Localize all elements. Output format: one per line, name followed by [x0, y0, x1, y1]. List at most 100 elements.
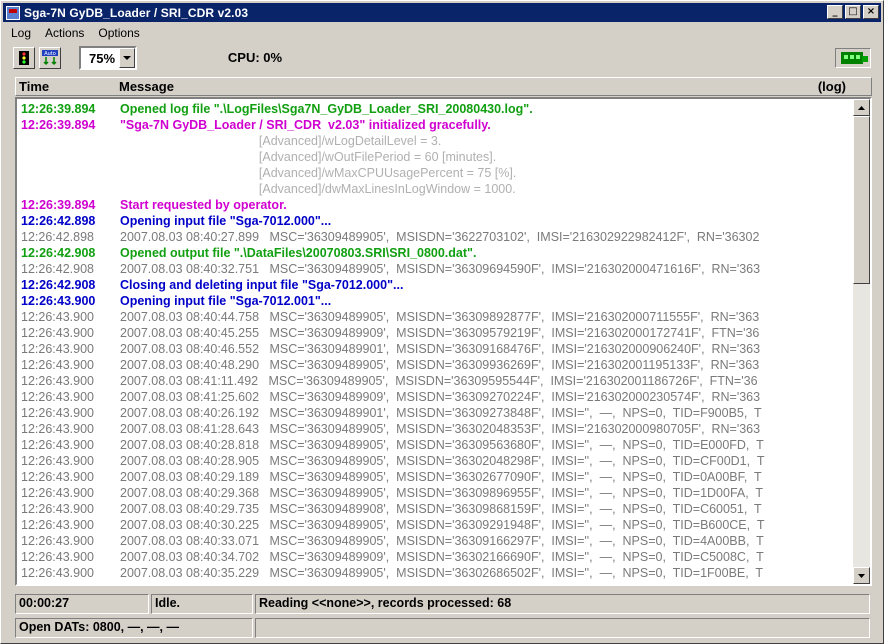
arrow-down-icon — [858, 573, 865, 578]
log-row-time: 12:26:42.908 — [21, 278, 96, 292]
log-row-message: 2007.08.03 08:41:11.492 MSC='36309489905… — [120, 374, 758, 388]
log-list: 12:26:39.894 Opened log file ".\LogFiles\… — [17, 101, 853, 584]
zoom-value: 75% — [88, 50, 116, 66]
log-row-message: Opening input file "Sga-7012.000"... — [120, 214, 332, 228]
log-row-message: 2007.08.03 08:40:29.735 MSC='36309489908… — [120, 502, 762, 516]
log-row-time: 12:26:43.900 — [21, 550, 94, 564]
log-row-message: 2007.08.03 08:40:33.071 MSC='36309489905… — [120, 534, 764, 548]
log-row[interactable]: 12:26:39.894 Opened log file ".\LogFiles\… — [17, 101, 853, 117]
log-row-message: 2007.08.03 08:40:44.758 MSC='36309489905… — [120, 310, 760, 324]
log-row-message: 2007.08.03 08:40:46.552 MSC='36309489901… — [120, 342, 761, 356]
log-panel[interactable]: 12:26:39.894 Opened log file ".\LogFiles\… — [15, 97, 872, 586]
log-column-header: Time Message (log) — [15, 77, 872, 96]
log-row-time: 12:26:39.894 — [21, 102, 96, 116]
menu-bar: Log Actions Options — [3, 24, 146, 42]
log-row-message: [Advanced]/wMaxCPUUsagePercent = 75 [%]. — [120, 166, 517, 180]
log-row-message: 2007.08.03 08:40:34.702 MSC='36309489909… — [120, 550, 764, 564]
log-row-message: 2007.08.03 08:41:25.602 MSC='36309489909… — [120, 390, 761, 404]
zoom-select[interactable]: 75% — [79, 46, 137, 70]
elapsed-time: 00:00:27 — [15, 594, 149, 614]
log-row[interactable]: 12:26:39.894 "Sga-7N GyDB_Loader / SRI_CD… — [17, 117, 853, 133]
minimize-button[interactable]: _ — [827, 5, 843, 19]
log-row[interactable]: 12:26:42.908 Opened output file ".\DataFi… — [17, 245, 853, 261]
log-row-time: 12:26:43.900 — [21, 406, 94, 420]
log-row-message: 2007.08.03 08:40:28.905 MSC='36309489905… — [120, 454, 765, 468]
scrollbar-thumb[interactable] — [853, 116, 870, 284]
column-header-message[interactable]: Message — [119, 79, 174, 94]
log-row-time: 12:26:42.898 — [21, 230, 94, 244]
log-row[interactable]: 12:26:43.900 2007.08.03 08:40:29.368 MSC=… — [17, 485, 853, 501]
log-row-message: Opening input file "Sga-7012.001"... — [120, 294, 332, 308]
menu-options[interactable]: Options — [90, 26, 145, 40]
log-row-time: 12:26:43.900 — [21, 566, 94, 580]
auto-scroll-button[interactable]: Auto — [39, 47, 61, 69]
window-controls: _ □ × — [825, 5, 879, 19]
log-row[interactable]: 12:26:43.900 2007.08.03 08:40:45.255 MSC=… — [17, 325, 853, 341]
open-dats: Open DATs: 0800, —, —, — — [15, 618, 253, 638]
maximize-button[interactable]: □ — [845, 5, 861, 19]
log-row[interactable]: 12:26:43.900 2007.08.03 08:41:11.492 MSC=… — [17, 373, 853, 389]
log-row[interactable]: 12:26:42.898 2007.08.03 08:40:27.899 MSC=… — [17, 229, 853, 245]
log-row-message: Opened output file ".\DataFiles\20070803… — [120, 246, 477, 260]
log-row-time: 12:26:43.900 — [21, 310, 94, 324]
log-row[interactable]: 12:26:43.900 2007.08.03 08:41:25.602 MSC=… — [17, 389, 853, 405]
log-row[interactable]: [Advanced]/dwMaxLinesInLogWindow = 1000. — [17, 181, 853, 197]
log-row-time: 12:26:43.900 — [21, 358, 94, 372]
log-row[interactable]: 12:26:43.900 Opening input file "Sga-7012… — [17, 293, 853, 309]
log-row-time: 12:26:43.900 — [21, 534, 94, 548]
log-row[interactable]: 12:26:43.900 2007.08.03 08:40:48.290 MSC=… — [17, 357, 853, 373]
log-row-time: 12:26:43.900 — [21, 342, 94, 356]
close-button[interactable]: × — [863, 5, 879, 19]
log-row[interactable]: 12:26:43.900 2007.08.03 08:40:29.735 MSC=… — [17, 501, 853, 517]
log-row[interactable]: 12:26:43.900 2007.08.03 08:40:35.229 MSC=… — [17, 565, 853, 581]
app-icon[interactable] — [6, 5, 20, 20]
traffic-light-icon — [19, 51, 29, 65]
vertical-scrollbar[interactable] — [853, 99, 870, 584]
log-row[interactable]: [Advanced]/wOutFilePeriod = 60 [minutes]… — [17, 149, 853, 165]
log-row-time: 12:26:43.900 — [21, 438, 94, 452]
log-row-message: 2007.08.03 08:40:35.229 MSC='36309489905… — [120, 566, 764, 580]
scroll-down-button[interactable] — [853, 567, 870, 584]
dropdown-arrow-icon[interactable] — [119, 48, 135, 68]
log-row[interactable]: 12:26:42.908 Closing and deleting input f… — [17, 277, 853, 293]
log-row[interactable]: 12:26:43.900 2007.08.03 08:40:44.758 MSC=… — [17, 309, 853, 325]
log-row-message: 2007.08.03 08:40:27.899 MSC='36309489905… — [120, 230, 760, 244]
log-row-time: 12:26:43.900 — [21, 374, 94, 388]
log-row[interactable]: 12:26:43.900 2007.08.03 08:40:30.225 MSC=… — [17, 517, 853, 533]
connection-status-icon — [835, 48, 871, 68]
log-row-message: 2007.08.03 08:40:28.818 MSC='36309489905… — [120, 438, 764, 452]
log-row[interactable]: 12:26:43.900 2007.08.03 08:40:26.192 MSC=… — [17, 405, 853, 421]
log-row[interactable]: 12:26:43.900 2007.08.03 08:40:46.552 MSC=… — [17, 341, 853, 357]
toolbar: Auto 75% CPU: 0% — [3, 43, 881, 73]
log-row[interactable]: 12:26:39.894 Start requested by operator. — [17, 197, 853, 213]
log-row[interactable]: 12:26:43.900 2007.08.03 08:40:28.905 MSC=… — [17, 453, 853, 469]
column-header-log: (log) — [817, 79, 846, 94]
log-row-message: 2007.08.03 08:41:28.643 MSC='36309489905… — [120, 422, 761, 436]
log-row-message: Opened log file ".\LogFiles\Sga7N_GyDB_L… — [120, 102, 533, 116]
scroll-up-button[interactable] — [853, 99, 870, 116]
cpu-indicator: CPU: 0% — [215, 46, 295, 68]
log-row-time: 12:26:43.900 — [21, 390, 94, 404]
traffic-light-button[interactable] — [13, 47, 35, 69]
log-row[interactable]: [Advanced]/wMaxCPUUsagePercent = 75 [%]. — [17, 165, 853, 181]
cpu-value: 0% — [263, 49, 283, 65]
log-row[interactable]: 12:26:42.898 Opening input file "Sga-7012… — [17, 213, 853, 229]
column-header-time[interactable]: Time — [19, 79, 49, 94]
log-row[interactable]: 12:26:43.900 2007.08.03 08:41:28.643 MSC=… — [17, 421, 853, 437]
status-bar-top: 00:00:27 Idle. Reading <<none>>, records… — [15, 594, 872, 614]
status-progress: Reading <<none>>, records processed: 68 — [255, 594, 870, 614]
log-row[interactable]: 12:26:43.900 2007.08.03 08:40:33.071 MSC=… — [17, 533, 853, 549]
menu-actions[interactable]: Actions — [37, 26, 90, 40]
log-row-message: [Advanced]/wLogDetailLevel = 3. — [120, 134, 442, 148]
log-row[interactable]: 12:26:43.900 2007.08.03 08:40:29.189 MSC=… — [17, 469, 853, 485]
log-row-time: 12:26:43.900 — [21, 502, 94, 516]
log-row[interactable]: 12:26:43.900 2007.08.03 08:40:28.818 MSC=… — [17, 437, 853, 453]
log-row[interactable]: 12:26:43.900 2007.08.03 08:40:34.702 MSC=… — [17, 549, 853, 565]
log-row-time: 12:26:39.894 — [21, 198, 96, 212]
menu-log[interactable]: Log — [3, 26, 37, 40]
title-bar[interactable]: Sga-7N GyDB_Loader / SRI_CDR v2.03 _ □ × — [3, 3, 881, 22]
log-row[interactable]: [Advanced]/wLogDetailLevel = 3. — [17, 133, 853, 149]
status-bar-bottom: Open DATs: 0800, —, —, — — [15, 618, 872, 638]
log-row-message: 2007.08.03 08:40:30.225 MSC='36309489905… — [120, 518, 765, 532]
log-row[interactable]: 12:26:42.908 2007.08.03 08:40:32.751 MSC=… — [17, 261, 853, 277]
